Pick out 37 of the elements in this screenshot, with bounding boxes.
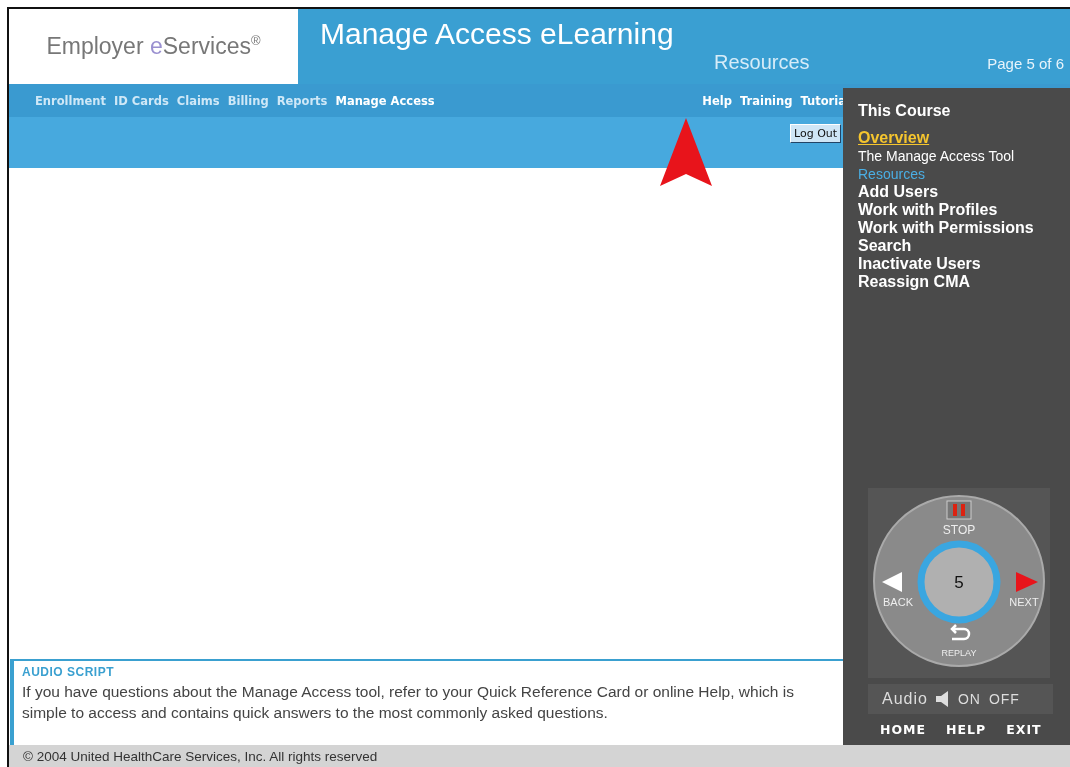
audio-script-title: AUDIO SCRIPT [22,665,115,679]
menu-item[interactable]: Inactivate Users [858,255,981,272]
stop-label[interactable]: STOP [942,523,976,537]
menu-item[interactable]: Work with Profiles [858,201,998,218]
arrow-up-icon [660,118,712,186]
menu-item[interactable]: Reassign CMA [858,273,971,290]
speaker-icon[interactable] [935,691,950,707]
menu-heading: This Course [858,102,952,121]
menu-item[interactable]: Add Users [858,183,939,200]
utility-link[interactable]: Training [739,93,793,108]
copyright-text: © 2004 United HealthCare Services, Inc. All rights reserved [23,748,378,764]
help-button[interactable]: HELP [946,722,987,737]
home-button[interactable]: HOME [880,722,927,737]
page-indicator: Page 5 of 6 [987,55,1065,72]
next-label[interactable]: NEXT [1009,596,1039,608]
menu-item[interactable]: Work with Permissions [858,219,1034,236]
menu-item[interactable]: Resources [858,166,925,182]
menu-item[interactable]: The Manage Access Tool [858,148,1015,164]
back-icon[interactable] [882,572,902,592]
audio-off-toggle[interactable]: OFF [988,691,1020,707]
log-out-button[interactable]: Log Out [790,124,842,143]
pause-icon[interactable] [946,500,972,520]
audio-on-toggle[interactable]: ON [957,691,981,707]
brand-logo: Employer eServices$^{®}$ [46,33,261,60]
page-subtitle: Resources [714,51,810,74]
audio-label: Audio [882,690,928,708]
audio-script-text: If you have questions about the Manage Access tool, refer to your Quick Reference Card or online Help, which is simple to access and contains quick answers to the most commonly asked questions. [22,682,795,723]
replay-icon[interactable] [950,623,971,641]
nav-link[interactable]: Manage Access [335,93,435,108]
replay-label[interactable]: REPLAY [941,648,977,658]
exit-button[interactable]: EXIT [1006,722,1042,737]
menu-item[interactable]: Search [858,237,912,254]
menu-item[interactable]: Overview [858,129,930,146]
page-number: 5 [954,573,964,592]
utility-link[interactable]: Help [702,93,732,108]
back-label[interactable]: BACK [883,596,913,608]
course-title: Manage Access eLearning [320,17,675,51]
